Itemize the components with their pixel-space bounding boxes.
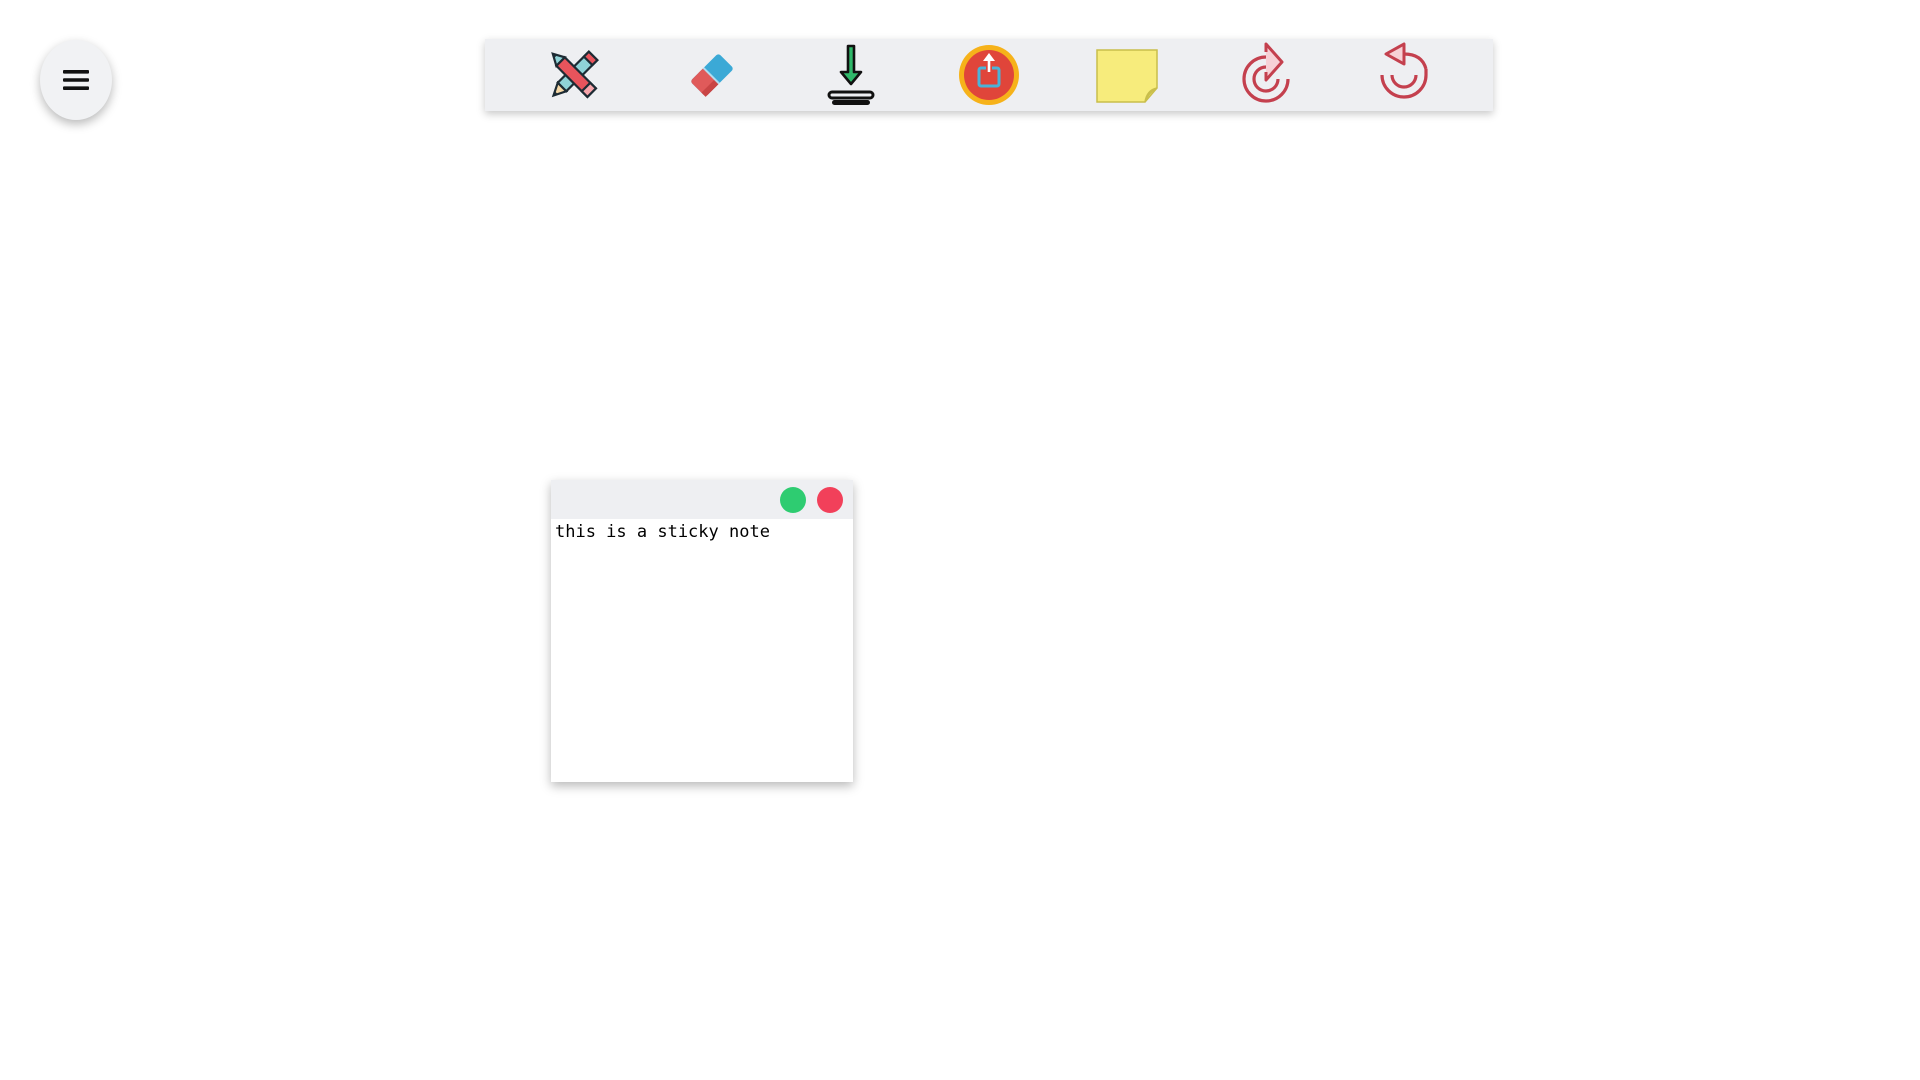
sticky-note-header[interactable] [551,480,853,519]
upload-tool[interactable] [953,41,1025,109]
pencil-tool[interactable] [538,41,610,109]
eraser-tool[interactable] [676,41,748,109]
toolbar [485,39,1493,111]
note-add-button[interactable] [780,487,806,513]
download-icon [827,44,875,105]
undo-icon [1380,42,1428,99]
note-close-button[interactable] [817,487,843,513]
redo-icon [1241,42,1290,103]
redo-tool[interactable] [1230,41,1302,109]
hamburger-menu-icon [63,70,89,90]
sticky-note-icon [1096,49,1159,103]
undo-tool[interactable] [1368,41,1440,109]
upload-icon [958,45,1019,105]
sticky-note[interactable]: this is a sticky note [551,480,853,782]
download-tool[interactable] [815,41,887,109]
eraser-icon [691,54,734,97]
sticky-note-tool[interactable] [1091,41,1163,109]
menu-button[interactable] [40,40,112,120]
sticky-note-text[interactable]: this is a sticky note [551,519,853,782]
crossed-pencils-icon [551,50,600,99]
